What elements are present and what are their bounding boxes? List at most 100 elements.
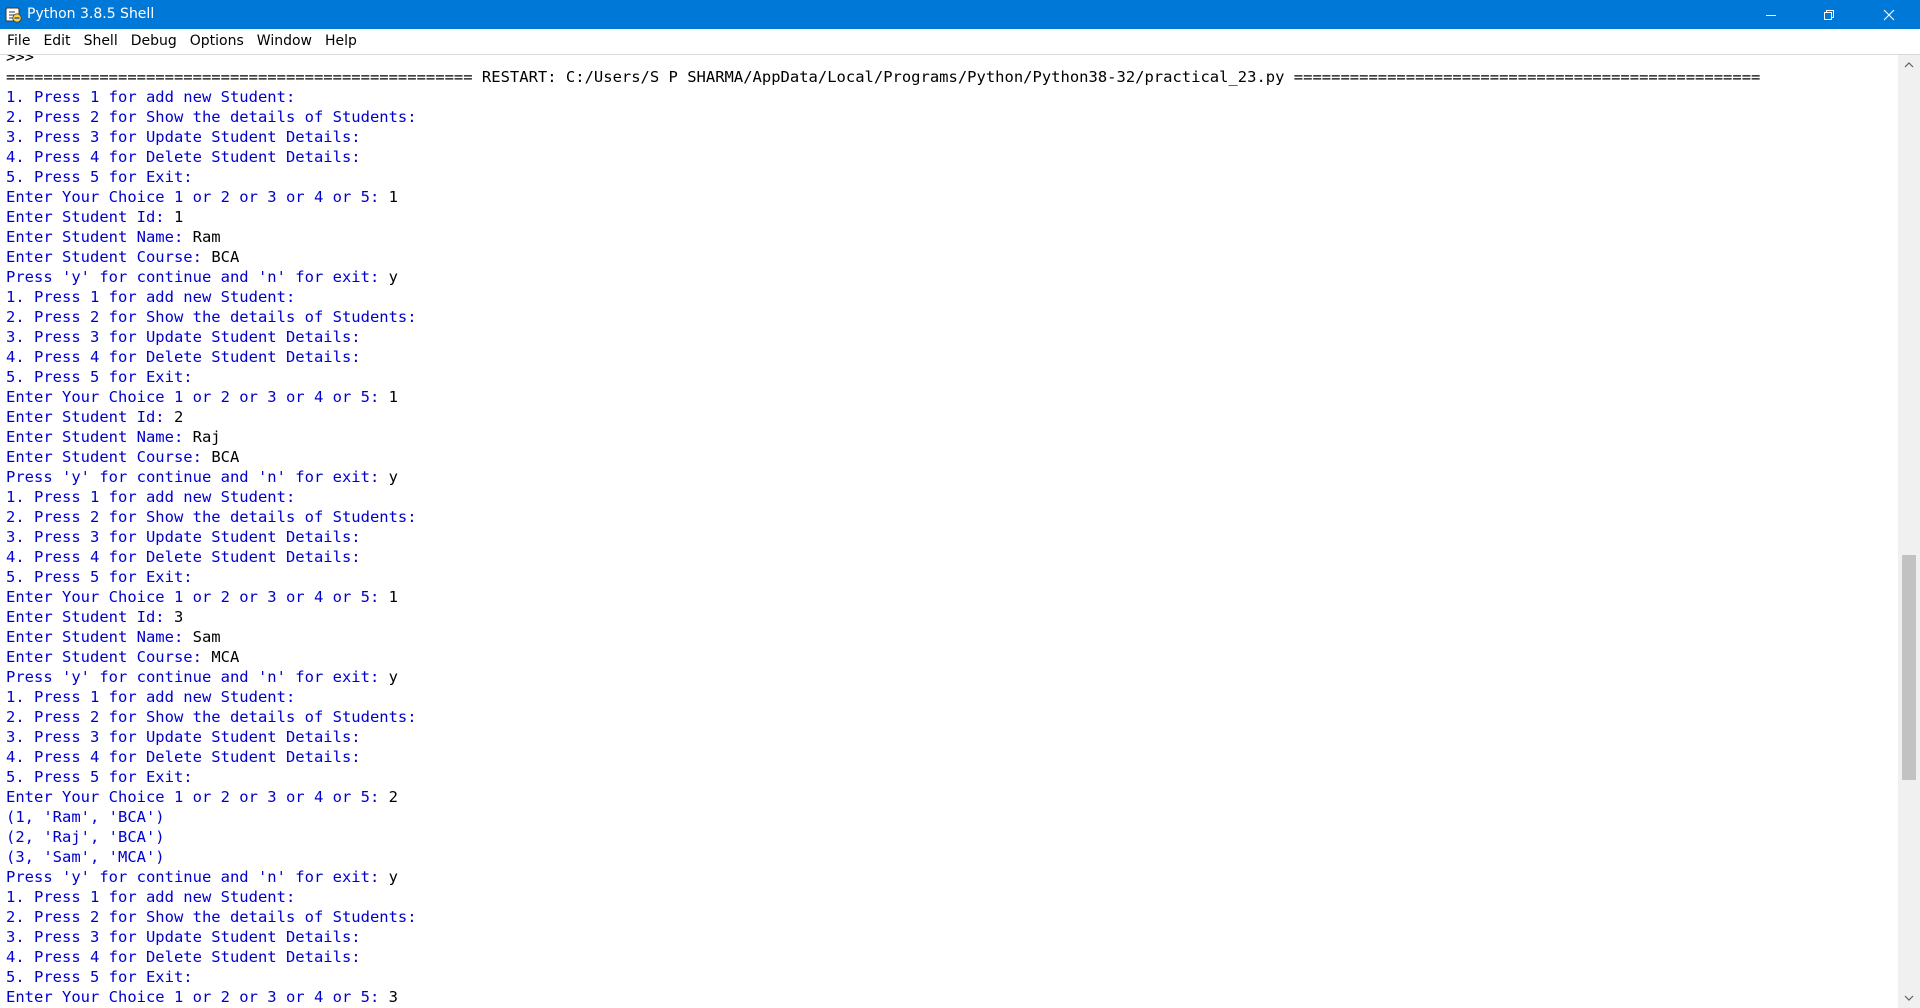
close-button[interactable] (1858, 0, 1920, 29)
shell-line: 5. Press 5 for Exit: (6, 167, 1760, 187)
shell-line: Enter Student Name: Ram (6, 227, 1760, 247)
shell-line: 1. Press 1 for add new Student: (6, 87, 1760, 107)
program-output-text: 2. Press 2 for Show the details of Stude… (6, 108, 417, 126)
program-output-text: (3, 'Sam', 'MCA') (6, 848, 165, 866)
program-output-text: Press 'y' for continue and 'n' for exit: (6, 468, 389, 486)
program-output-text: 4. Press 4 for Delete Student Details: (6, 548, 361, 566)
program-output-text: Enter Your Choice 1 or 2 or 3 or 4 or 5: (6, 588, 389, 606)
program-output-text: 1. Press 1 for add new Student: (6, 688, 296, 706)
shell-line: Enter Student Course: BCA (6, 247, 1760, 267)
shell-line: 4. Press 4 for Delete Student Details: (6, 747, 1760, 767)
program-output-text: 1. Press 1 for add new Student: (6, 888, 296, 906)
user-input-text: 1 (388, 188, 398, 206)
user-input-text: Raj (192, 428, 221, 446)
shell-line: Enter Your Choice 1 or 2 or 3 or 4 or 5:… (6, 787, 1760, 807)
shell-line: 3. Press 3 for Update Student Details: (6, 927, 1760, 947)
shell-line: 1. Press 1 for add new Student: (6, 887, 1760, 907)
shell-line: 5. Press 5 for Exit: (6, 567, 1760, 587)
shell-line: 2. Press 2 for Show the details of Stude… (6, 307, 1760, 327)
shell-line: 5. Press 5 for Exit: (6, 967, 1760, 987)
program-output-text: Enter Your Choice 1 or 2 or 3 or 4 or 5: (6, 388, 389, 406)
program-output-text: 2. Press 2 for Show the details of Stude… (6, 508, 417, 526)
program-output-text: 5. Press 5 for Exit: (6, 368, 193, 386)
restore-button[interactable] (1800, 0, 1858, 29)
program-output-text: Enter Student Id: (6, 208, 174, 226)
scroll-up-button[interactable] (1898, 55, 1920, 75)
user-input-text: y (388, 268, 398, 286)
scroll-down-button[interactable] (1898, 988, 1920, 1008)
python-idle-icon (4, 5, 23, 24)
user-input-text: 2 (173, 408, 184, 426)
shell-line: 2. Press 2 for Show the details of Stude… (6, 107, 1760, 127)
menu-options[interactable]: Options (183, 29, 250, 54)
menu-edit[interactable]: Edit (36, 29, 76, 54)
shell-line: Press 'y' for continue and 'n' for exit:… (6, 867, 1760, 887)
shell-line: >>> (6, 55, 1760, 67)
shell-line: Enter Student Id: 1 (6, 207, 1760, 227)
program-output-text: Enter Student Name: (6, 228, 193, 246)
shell-line: 4. Press 4 for Delete Student Details: (6, 347, 1760, 367)
menu-help[interactable]: Help (318, 29, 363, 54)
user-input-text: BCA (211, 248, 240, 266)
shell-line: Enter Student Course: BCA (6, 447, 1760, 467)
program-output-text: 5. Press 5 for Exit: (6, 968, 193, 986)
user-input-text: 1 (388, 588, 398, 606)
program-output-text: (2, 'Raj', 'BCA') (6, 828, 165, 846)
minimize-button[interactable] (1742, 0, 1800, 29)
program-output-text: 4. Press 4 for Delete Student Details: (6, 148, 361, 166)
program-output-text: 1. Press 1 for add new Student: (6, 288, 296, 306)
shell-line: Enter Your Choice 1 or 2 or 3 or 4 or 5:… (6, 387, 1760, 407)
shell-line: Press 'y' for continue and 'n' for exit:… (6, 467, 1760, 487)
shell-line: 3. Press 3 for Update Student Details: (6, 527, 1760, 547)
user-input-text: 1 (173, 208, 184, 226)
shell-line: 4. Press 4 for Delete Student Details: (6, 547, 1760, 567)
close-icon (1883, 9, 1895, 20)
menu-debug[interactable]: Debug (124, 29, 183, 54)
shell-line: Enter Your Choice 1 or 2 or 3 or 4 or 5:… (6, 987, 1760, 1007)
shell-line: 1. Press 1 for add new Student: (6, 687, 1760, 707)
program-output-text: Enter Student Course: (6, 448, 212, 466)
program-output-text: 1. Press 1 for add new Student: (6, 88, 296, 106)
program-output-text: 5. Press 5 for Exit: (6, 168, 193, 186)
shell-line: 3. Press 3 for Update Student Details: (6, 127, 1760, 147)
program-output-text: Enter Student Id: (6, 408, 174, 426)
idle-shell-window: Python 3.8.5 Shell File Edit Shell Debug… (0, 0, 1920, 1008)
menu-shell[interactable]: Shell (77, 29, 124, 54)
scroll-thumb[interactable] (1902, 555, 1916, 780)
program-output-text: 4. Press 4 for Delete Student Details: (6, 748, 361, 766)
program-output-text: 2. Press 2 for Show the details of Stude… (6, 708, 417, 726)
program-output-text: Press 'y' for continue and 'n' for exit: (6, 668, 389, 686)
vertical-scrollbar[interactable] (1898, 55, 1920, 1008)
shell-line: 3. Press 3 for Update Student Details: (6, 327, 1760, 347)
program-output-text: 3. Press 3 for Update Student Details: (6, 928, 361, 946)
menu-window[interactable]: Window (250, 29, 318, 54)
user-input-text: Ram (192, 228, 221, 246)
shell-line: 3. Press 3 for Update Student Details: (6, 727, 1760, 747)
menu-bar: File Edit Shell Debug Options Window Hel… (0, 29, 1920, 54)
program-output-text: 2. Press 2 for Show the details of Stude… (6, 908, 417, 926)
program-output-text: 3. Press 3 for Update Student Details: (6, 528, 361, 546)
shell-line: Enter Student Course: MCA (6, 647, 1760, 667)
user-input-text: 1 (388, 388, 398, 406)
user-input-text: MCA (211, 648, 240, 666)
shell-system-text: >>> (6, 55, 34, 66)
menu-file[interactable]: File (0, 29, 36, 54)
shell-line: 5. Press 5 for Exit: (6, 367, 1760, 387)
user-input-text: y (388, 868, 398, 886)
shell-line: 4. Press 4 for Delete Student Details: (6, 147, 1760, 167)
shell-line: Press 'y' for continue and 'n' for exit:… (6, 667, 1760, 687)
shell-system-text: ========================================… (6, 68, 1761, 86)
title-bar[interactable]: Python 3.8.5 Shell (0, 0, 1920, 29)
program-output-text: Enter Student Name: (6, 628, 193, 646)
program-output-text: 4. Press 4 for Delete Student Details: (6, 948, 361, 966)
shell-line: 2. Press 2 for Show the details of Stude… (6, 507, 1760, 527)
user-input-text: 2 (388, 788, 398, 806)
program-output-text: Enter Student Course: (6, 248, 212, 266)
user-input-text: Sam (192, 628, 221, 646)
shell-text-area[interactable]: >>> =====================================… (0, 55, 1898, 1008)
user-input-text: y (388, 668, 398, 686)
window-title: Python 3.8.5 Shell (27, 6, 155, 22)
shell-line: ========================================… (6, 67, 1760, 87)
program-output-text: 1. Press 1 for add new Student: (6, 488, 296, 506)
user-input-text: 3 (388, 988, 398, 1006)
